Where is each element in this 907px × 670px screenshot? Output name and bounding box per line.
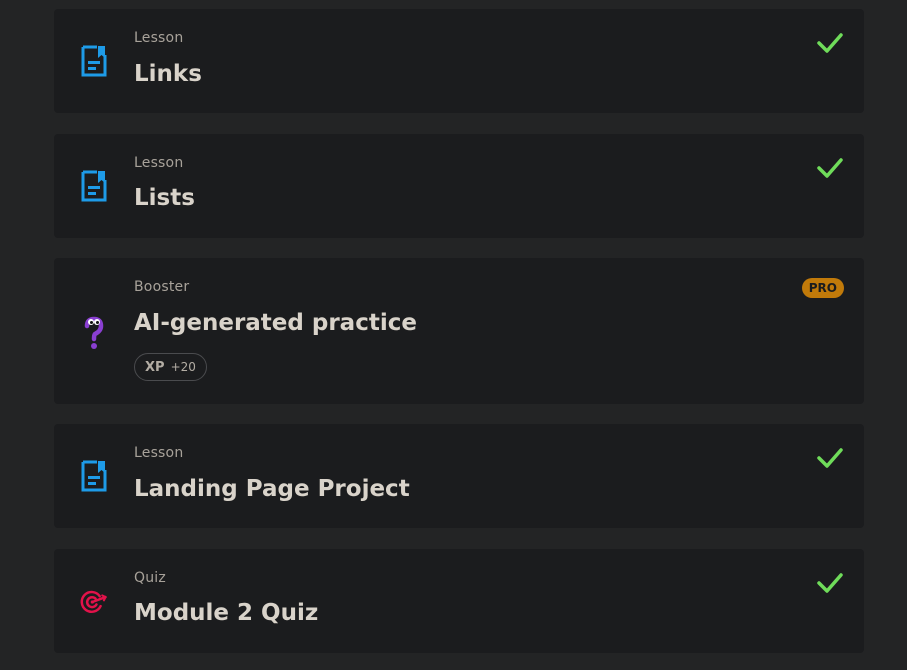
item-type-label: Quiz <box>134 570 166 586</box>
list-item-landing-page-project[interactable]: Lesson Landing Page Project <box>54 424 864 528</box>
item-title: Links <box>134 61 202 87</box>
lesson-document-icon <box>80 459 108 493</box>
list-item-links[interactable]: Lesson Links <box>54 9 864 113</box>
item-title: Module 2 Quiz <box>134 600 319 626</box>
list-item-lists[interactable]: Lesson Lists <box>54 134 864 238</box>
lesson-document-icon <box>80 169 108 203</box>
checkmark-icon <box>817 573 843 593</box>
lesson-list: Lesson Links Lesson Lists Booster AI-gen… <box>0 0 907 670</box>
checkmark-icon <box>817 33 843 53</box>
target-icon <box>80 585 108 619</box>
checkmark-icon <box>817 448 843 468</box>
list-item-module-2-quiz[interactable]: Quiz Module 2 Quiz <box>54 549 864 653</box>
checkmark-icon <box>817 158 843 178</box>
lesson-document-icon <box>80 44 108 78</box>
xp-reward-pill: XP +20 <box>134 353 207 381</box>
item-title: Landing Page Project <box>134 476 410 502</box>
item-type-label: Lesson <box>134 155 184 171</box>
item-type-label: Booster <box>134 279 190 295</box>
pro-badge: PRO <box>801 278 844 298</box>
question-mark-icon <box>80 316 108 350</box>
xp-label: XP <box>145 359 165 375</box>
xp-value: +20 <box>170 360 196 374</box>
item-type-label: Lesson <box>134 445 184 461</box>
item-title: AI-generated practice <box>134 310 417 336</box>
item-title: Lists <box>134 185 195 211</box>
item-type-label: Lesson <box>134 30 184 46</box>
list-item-ai-practice[interactable]: Booster AI-generated practice PRO XP +20 <box>54 258 864 404</box>
